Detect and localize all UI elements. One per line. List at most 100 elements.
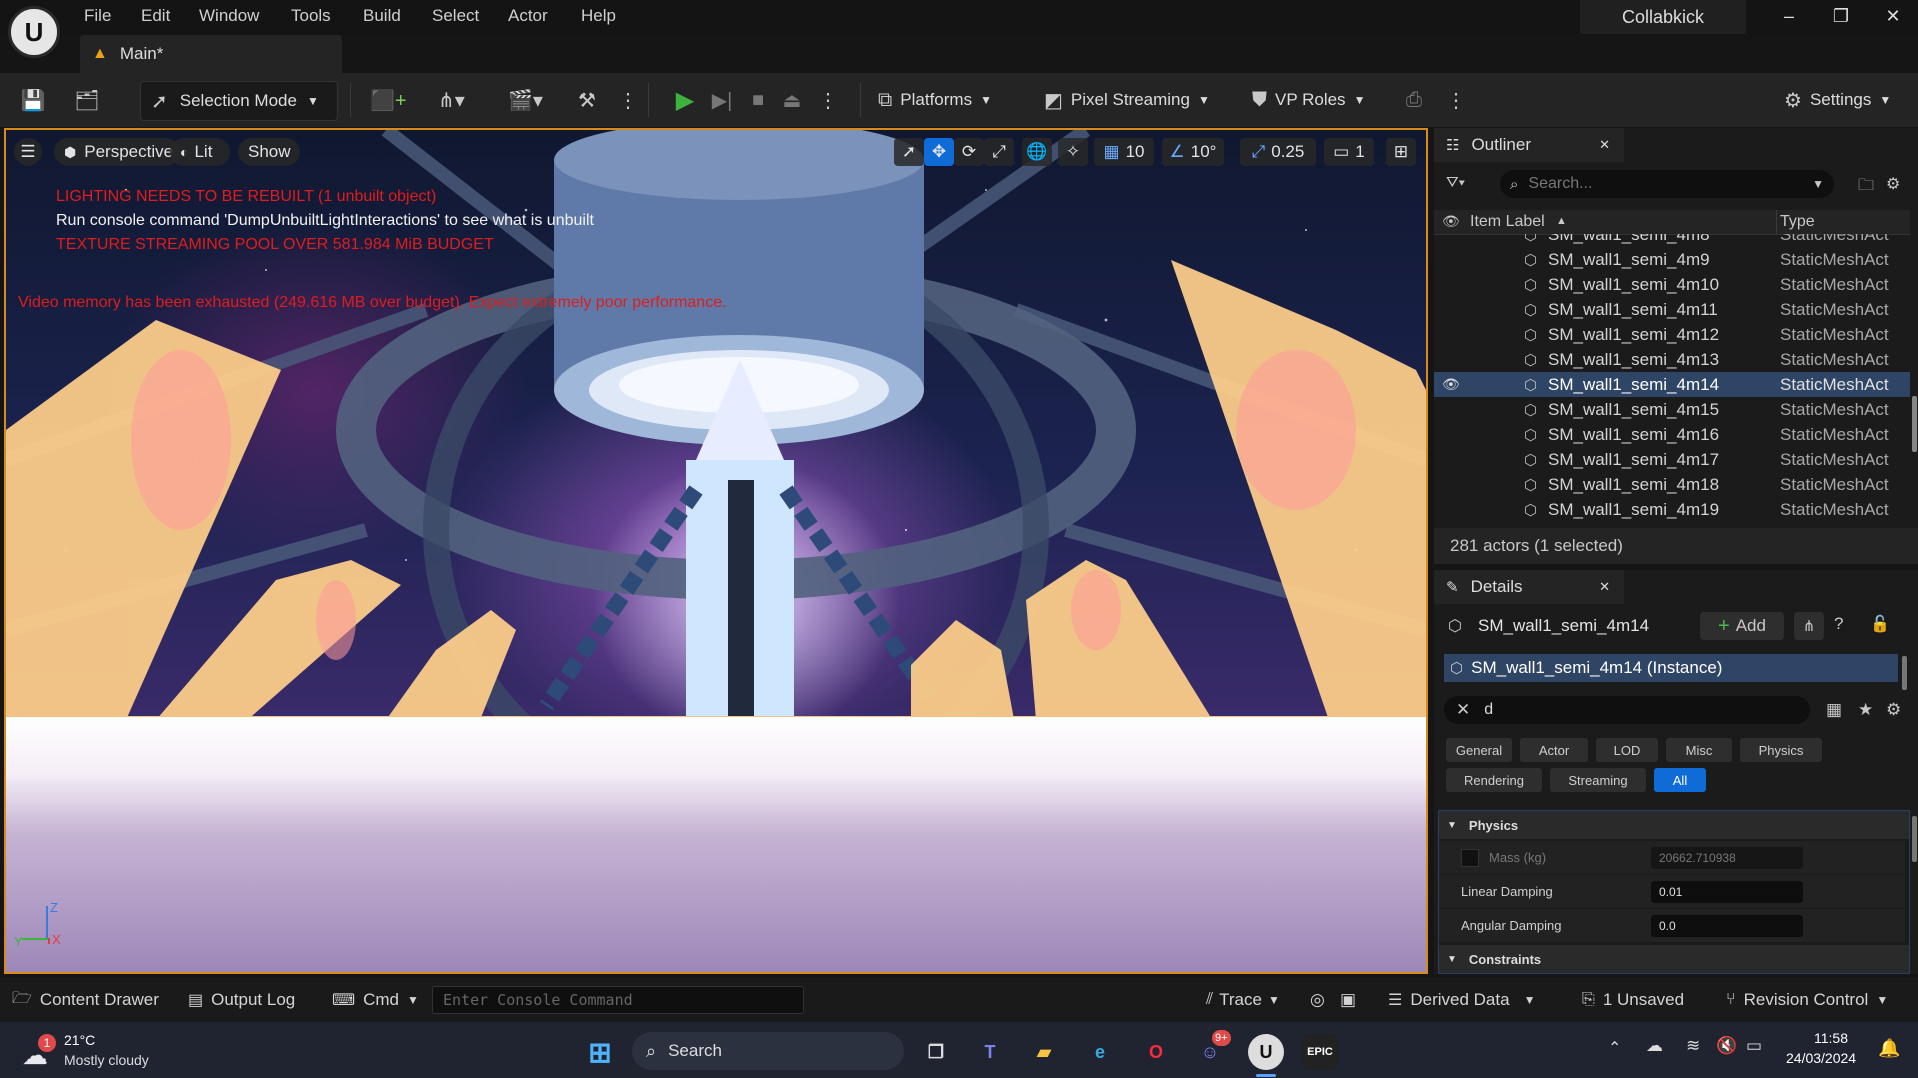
rotate-tool-icon[interactable]: ⟳ xyxy=(954,138,984,166)
perspective-button[interactable]: ⬢ Perspective xyxy=(54,138,180,166)
console-command-input[interactable]: Enter Console Command xyxy=(432,986,804,1014)
more-options-icon[interactable]: ⋮ xyxy=(1446,81,1466,119)
list-item[interactable]: ⬡ SM_wall1_semi_4m16 StaticMeshAct xyxy=(1434,422,1910,447)
list-item[interactable]: ⬡ SM_wall1_semi_4m13 StaticMeshAct xyxy=(1434,347,1910,372)
physics-header[interactable]: ▼ Physics xyxy=(1439,811,1909,839)
snapshot-icon[interactable]: ▣ xyxy=(1340,978,1356,1022)
restore-icon[interactable]: ❐ xyxy=(1826,6,1856,27)
list-item[interactable]: ⬡ SM_wall1_semi_4m15 StaticMeshAct xyxy=(1434,397,1910,422)
menu-actor[interactable]: Actor xyxy=(508,6,548,26)
notification-bell-icon[interactable]: 🔔 xyxy=(1878,1038,1900,1059)
add-actor-icon[interactable]: ⬛+ xyxy=(370,81,414,119)
translate-tool-icon[interactable]: ✥ xyxy=(924,138,954,166)
scale-snap-button[interactable]: ⤢ 0.25 xyxy=(1240,138,1316,166)
outliner-tab[interactable]: ☷ Outliner ✕ xyxy=(1434,128,1624,162)
unsaved-button[interactable]: ⎘ 1 Unsaved xyxy=(1582,978,1684,1022)
file-explorer-icon[interactable]: ▰ xyxy=(1026,1034,1062,1070)
settings-dropdown[interactable]: ⚙ Settings ▼ xyxy=(1784,81,1898,119)
taskbar-search-box[interactable]: ⌕ Search xyxy=(632,1032,904,1070)
list-item[interactable]: ⬡ SM_wall1_semi_4m8 StaticMeshAct xyxy=(1434,234,1910,247)
details-search-input[interactable]: ✕ d xyxy=(1444,696,1810,724)
show-button[interactable]: Show xyxy=(238,138,300,166)
clear-icon[interactable]: ✕ xyxy=(1456,700,1470,720)
record-icon[interactable]: ◎ xyxy=(1310,978,1325,1022)
cmd-dropdown[interactable]: ⌨ Cmd ▼ xyxy=(332,978,419,1022)
derived-data-dropdown[interactable]: ☰ Derived Data ▼ xyxy=(1388,978,1535,1022)
play-options-icon[interactable]: ⋮ xyxy=(818,81,838,119)
list-item[interactable]: ⬡ SM_wall1_semi_4m9 StaticMeshAct xyxy=(1434,247,1910,272)
camera-speed-button[interactable]: ▭ 1 xyxy=(1324,138,1374,166)
component-instance-row[interactable]: ⬡ SM_wall1_semi_4m14 (Instance) xyxy=(1444,654,1898,682)
star-icon[interactable]: ★ xyxy=(1858,700,1873,720)
constraints-header[interactable]: ▼ Constraints xyxy=(1439,945,1909,973)
category-misc[interactable]: Misc xyxy=(1666,738,1732,762)
close-icon[interactable]: ✕ xyxy=(1599,137,1610,153)
platforms-dropdown[interactable]: ⧉ Platforms ▼ xyxy=(878,81,1004,119)
task-view-icon[interactable]: ❐ xyxy=(918,1034,954,1070)
menu-help[interactable]: Help xyxy=(581,6,616,26)
add-component-button[interactable]: + Add xyxy=(1700,612,1784,640)
menu-build[interactable]: Build xyxy=(363,6,401,26)
category-actor[interactable]: Actor xyxy=(1520,738,1588,762)
blueprint-icon[interactable]: ⋔▾ xyxy=(438,81,482,119)
list-item[interactable]: ⬡ SM_wall1_semi_4m12 StaticMeshAct xyxy=(1434,322,1910,347)
table-view-icon[interactable]: ▦ xyxy=(1826,700,1842,720)
category-lod[interactable]: LOD xyxy=(1596,738,1658,762)
level-tab[interactable]: ▲ Main* xyxy=(80,35,342,73)
viewport-menu-icon[interactable]: ☰ xyxy=(14,138,42,166)
world-space-icon[interactable]: 🌐 xyxy=(1022,138,1052,166)
minimize-icon[interactable]: – xyxy=(1774,6,1804,27)
scrollbar[interactable] xyxy=(1902,656,1907,690)
output-log-button[interactable]: ▤ Output Log xyxy=(188,978,295,1022)
help-icon[interactable]: ? xyxy=(1834,614,1843,634)
gear-icon[interactable]: ⚙ xyxy=(1886,174,1900,194)
opera-icon[interactable]: O xyxy=(1138,1034,1174,1070)
type-column[interactable]: Type xyxy=(1780,213,1815,231)
battery-icon[interactable]: ▭ xyxy=(1746,1036,1762,1056)
clock-time[interactable]: 11:58 xyxy=(1814,1030,1848,1046)
unreal-taskbar-icon[interactable]: U xyxy=(1248,1034,1284,1070)
more-options-icon[interactable]: ⋮ xyxy=(618,81,638,119)
outliner-search-input[interactable]: ⌕ Search... ▼ xyxy=(1500,170,1834,198)
item-label-column[interactable]: Item Label xyxy=(1470,213,1545,231)
list-item[interactable]: ⬡ SM_wall1_semi_4m18 StaticMeshAct xyxy=(1434,472,1910,497)
wifi-icon[interactable]: ≋ xyxy=(1686,1036,1700,1056)
lock-icon[interactable]: 🔓 xyxy=(1870,614,1890,634)
filter-icon[interactable]: ⛛▾ xyxy=(1446,174,1465,191)
cinematics-icon[interactable]: 🎬▾ xyxy=(508,81,552,119)
vp-roles-dropdown[interactable]: ⛊ VP Roles ▼ xyxy=(1252,81,1372,119)
stop-icon[interactable]: ■ xyxy=(744,81,772,119)
modeling-icon[interactable]: ⚒ xyxy=(578,81,606,119)
details-tab[interactable]: ✎ Details ✕ xyxy=(1434,570,1624,604)
mass-field[interactable]: 20662.710938 xyxy=(1651,846,1803,869)
list-item[interactable]: ⬡ SM_wall1_semi_4m17 StaticMeshAct xyxy=(1434,447,1910,472)
weather-widget[interactable]: ☁ 1 xyxy=(22,1034,58,1070)
gear-icon[interactable]: ⚙ xyxy=(1886,700,1901,720)
eject-icon[interactable]: ⏏ xyxy=(778,81,806,119)
close-icon[interactable]: ✕ xyxy=(1599,579,1610,595)
menu-edit[interactable]: Edit xyxy=(141,6,170,26)
revision-control-dropdown[interactable]: ⑂ Revision Control ▼ xyxy=(1726,978,1888,1022)
menu-window[interactable]: Window xyxy=(199,6,259,26)
category-all[interactable]: All xyxy=(1654,768,1706,792)
level-viewport[interactable]: ☰ ⬢ Perspective ◐ Lit Show ➚ ✥ ⟳ ⤢ 🌐 ✧ ▦… xyxy=(4,128,1428,974)
save-icon[interactable]: 💾 xyxy=(18,81,48,119)
scrollbar[interactable] xyxy=(1912,816,1917,862)
new-folder-icon[interactable]: 🗀 xyxy=(1858,174,1874,201)
content-drawer-button[interactable]: 🗁 Content Drawer xyxy=(12,978,159,1022)
scale-tool-icon[interactable]: ⤢ xyxy=(984,138,1014,166)
edge-icon[interactable]: e xyxy=(1082,1034,1118,1070)
volume-muted-icon[interactable]: 🔇 xyxy=(1716,1036,1737,1056)
windows-start-icon[interactable]: ⊞ xyxy=(582,1034,618,1070)
clock-date[interactable]: 24/03/2024 xyxy=(1786,1050,1856,1066)
scrollbar[interactable] xyxy=(1912,396,1917,452)
actor-name[interactable]: SM_wall1_semi_4m14 xyxy=(1478,616,1649,636)
rotation-snap-button[interactable]: ∠ 10° xyxy=(1162,138,1224,166)
list-item-selected[interactable]: 👁 ⬡ SM_wall1_semi_4m14 StaticMeshAct xyxy=(1434,372,1910,397)
linear-damping-field[interactable]: 0.01 xyxy=(1651,880,1803,903)
list-item[interactable]: ⬡ SM_wall1_semi_4m10 StaticMeshAct xyxy=(1434,272,1910,297)
list-item[interactable]: ⬡ SM_wall1_semi_4m11 StaticMeshAct xyxy=(1434,297,1910,322)
lit-button[interactable]: ◐ Lit xyxy=(170,138,230,166)
layout-icon[interactable]: ⊞ xyxy=(1386,138,1416,166)
menu-tools[interactable]: Tools xyxy=(291,6,331,26)
